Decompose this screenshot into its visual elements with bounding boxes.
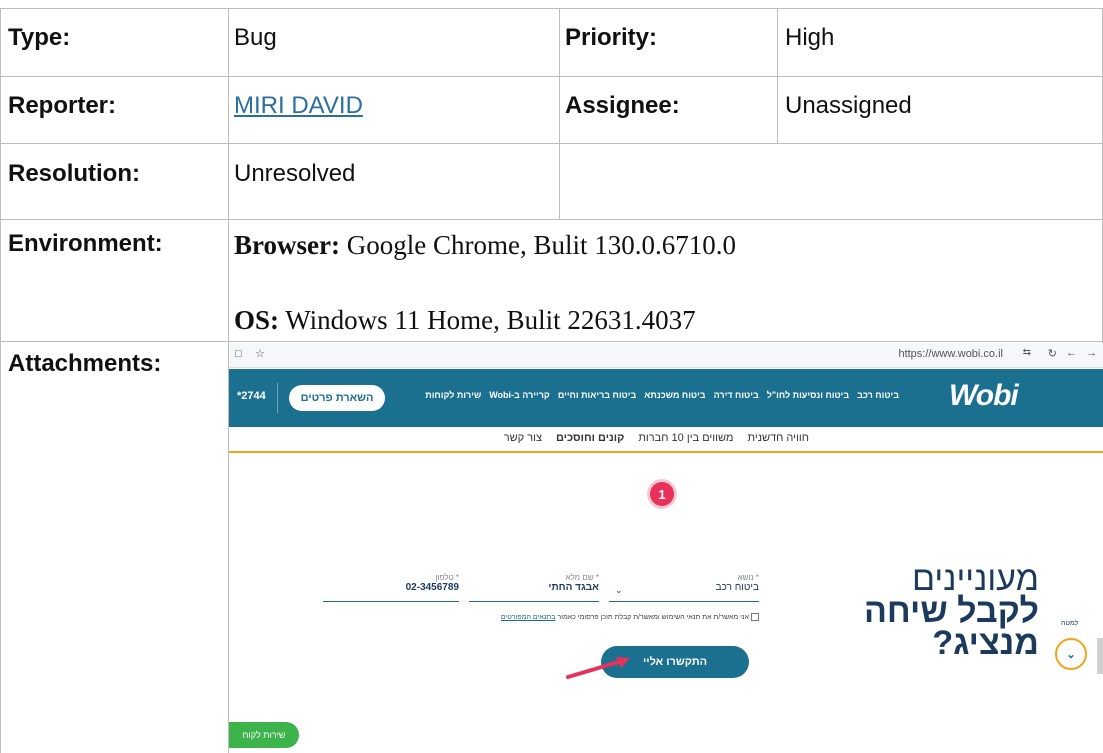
- wobi-logo[interactable]: Wobi: [949, 379, 1019, 413]
- full-name-field[interactable]: * שם מלא אבגד החתי: [469, 573, 599, 602]
- type-value: Bug: [234, 24, 277, 51]
- subject-field[interactable]: * נושא ביטוח רכב ⌄: [609, 573, 759, 602]
- env-os-label: OS:: [234, 305, 280, 335]
- subject-label: * נושא: [737, 573, 759, 582]
- assignee-value: Unassigned: [785, 92, 912, 119]
- resolution-label: Resolution:: [8, 160, 140, 187]
- url-bar[interactable]: https://www.wobi.co.il: [898, 348, 1003, 360]
- nav-separator: [277, 383, 278, 413]
- headline-line-3: מנציג?: [932, 624, 1039, 662]
- nav-item-service[interactable]: שירות לקוחות: [425, 390, 481, 400]
- reporter-link[interactable]: MIRI DAVID: [234, 92, 363, 120]
- subject-value: ביטוח רכב: [715, 582, 759, 593]
- row-divider: [0, 76, 1103, 77]
- consent-checkbox[interactable]: [751, 613, 759, 621]
- headline-line-2: לקבל שיחה: [863, 592, 1039, 630]
- nav-item-travel[interactable]: ביטוח ונסיעות לחו"ל: [767, 390, 849, 400]
- browser-toolbar: □ ☆ https://www.wobi.co.il ⇆ ↻ ← →: [229, 343, 1103, 368]
- phone-label: * טלפון: [435, 573, 459, 582]
- row-divider: [0, 143, 1103, 144]
- name-label: * שם מלא: [565, 573, 599, 582]
- env-browser-line: Browser: Google Chrome, Bulit 130.0.6710…: [234, 229, 736, 261]
- subnav-list: חוויה חדשנית משווים בין 10 חברות קונים ו…: [469, 432, 809, 444]
- sub-navigation: חוויה חדשנית משווים בין 10 חברות קונים ו…: [229, 427, 1103, 453]
- col-divider: [559, 8, 560, 219]
- nav-item-career[interactable]: קריירה ב-Wobi: [489, 390, 550, 400]
- contact-form-section: 1 מעוניינים לקבל שיחה מנציג? * נושא ביטו…: [229, 453, 1103, 753]
- attachments-label: Attachments:: [8, 350, 162, 377]
- priority-value: High: [785, 24, 835, 51]
- bookmark-star-icon[interactable]: ☆: [255, 347, 265, 360]
- row-divider: [0, 219, 1103, 220]
- priority-label: Priority:: [565, 24, 658, 51]
- back-arrow-icon[interactable]: ←: [1066, 347, 1077, 359]
- forward-arrow-icon[interactable]: →: [1086, 347, 1097, 359]
- env-browser-label: Browser:: [234, 230, 340, 260]
- nav-item-home[interactable]: ביטוח דירה: [714, 390, 759, 400]
- scrollbar-thumb[interactable]: [1097, 638, 1103, 674]
- subnav-compare[interactable]: משווים בין 10 חברות: [638, 432, 733, 444]
- main-nav: ביטוח רכב ביטוח ונסיעות לחו"ל ביטוח דירה…: [425, 390, 899, 400]
- chevron-down-icon: ⌄: [615, 585, 623, 595]
- resolution-value: Unresolved: [234, 160, 356, 187]
- terms-link[interactable]: בתנאים המפורטים: [501, 614, 556, 621]
- customer-service-button[interactable]: שירות לקוח: [229, 722, 299, 748]
- consent-row: אני מאשר/ת את תנאי השימוש ומאשר/ת קבלת ת…: [369, 613, 759, 621]
- nav-item-health[interactable]: ביטוח בריאות וחיים: [558, 390, 636, 400]
- consent-text: אני מאשר/ת את תנאי השימוש ומאשר/ת קבלת ת…: [557, 613, 750, 621]
- col-divider: [0, 8, 1, 753]
- env-os-value: Windows 11 Home, Bulit 22631.4037: [279, 305, 696, 335]
- chevron-down-icon: ⌄: [1066, 648, 1076, 661]
- env-os-line: OS: Windows 11 Home, Bulit 22631.4037: [234, 304, 696, 336]
- nav-item-mortgage[interactable]: ביטוח משכנתא: [644, 390, 705, 400]
- phone-short[interactable]: *2744: [237, 390, 266, 402]
- phone-value: 02-3456789: [405, 582, 459, 593]
- leave-details-button[interactable]: השארת פרטים: [289, 385, 385, 411]
- phone-field[interactable]: * טלפון 02-3456789: [323, 573, 459, 602]
- annotation-arrow-icon: [566, 657, 630, 679]
- headline-line-1: מעוניינים: [912, 560, 1039, 598]
- name-value: אבגד החתי: [548, 582, 599, 593]
- attachment-screenshot[interactable]: □ ☆ https://www.wobi.co.il ⇆ ↻ ← → *2744…: [229, 343, 1103, 753]
- env-browser-value: Google Chrome, Bulit 130.0.6710.0: [339, 230, 736, 260]
- step-badge: 1: [650, 482, 674, 506]
- site-navbar: *2744 השארת פרטים ביטוח רכב ביטוח ונסיעו…: [229, 369, 1103, 427]
- scroll-down-label: למטה: [1061, 620, 1079, 627]
- site-settings-icon[interactable]: ⇆: [1023, 347, 1031, 358]
- reporter-label: Reporter:: [8, 92, 117, 119]
- scroll-down-button[interactable]: ⌄: [1055, 638, 1087, 670]
- nav-item-car[interactable]: ביטוח רכב: [857, 390, 899, 400]
- subnav-innovative[interactable]: חוויה חדשנית: [747, 432, 809, 444]
- environment-label: Environment:: [8, 230, 163, 257]
- col-divider: [777, 8, 778, 144]
- row-divider: [0, 341, 1103, 342]
- subnav-contact[interactable]: צור קשר: [504, 432, 542, 444]
- page-icon: □: [235, 348, 242, 360]
- row-divider: [0, 8, 1103, 9]
- assignee-label: Assignee:: [565, 92, 680, 119]
- headline: מעוניינים לקבל שיחה מנציג?: [829, 560, 1039, 662]
- subnav-buy-save[interactable]: קונים וחוסכים: [556, 432, 624, 444]
- type-label: Type:: [8, 24, 71, 51]
- reload-icon[interactable]: ↻: [1048, 347, 1057, 360]
